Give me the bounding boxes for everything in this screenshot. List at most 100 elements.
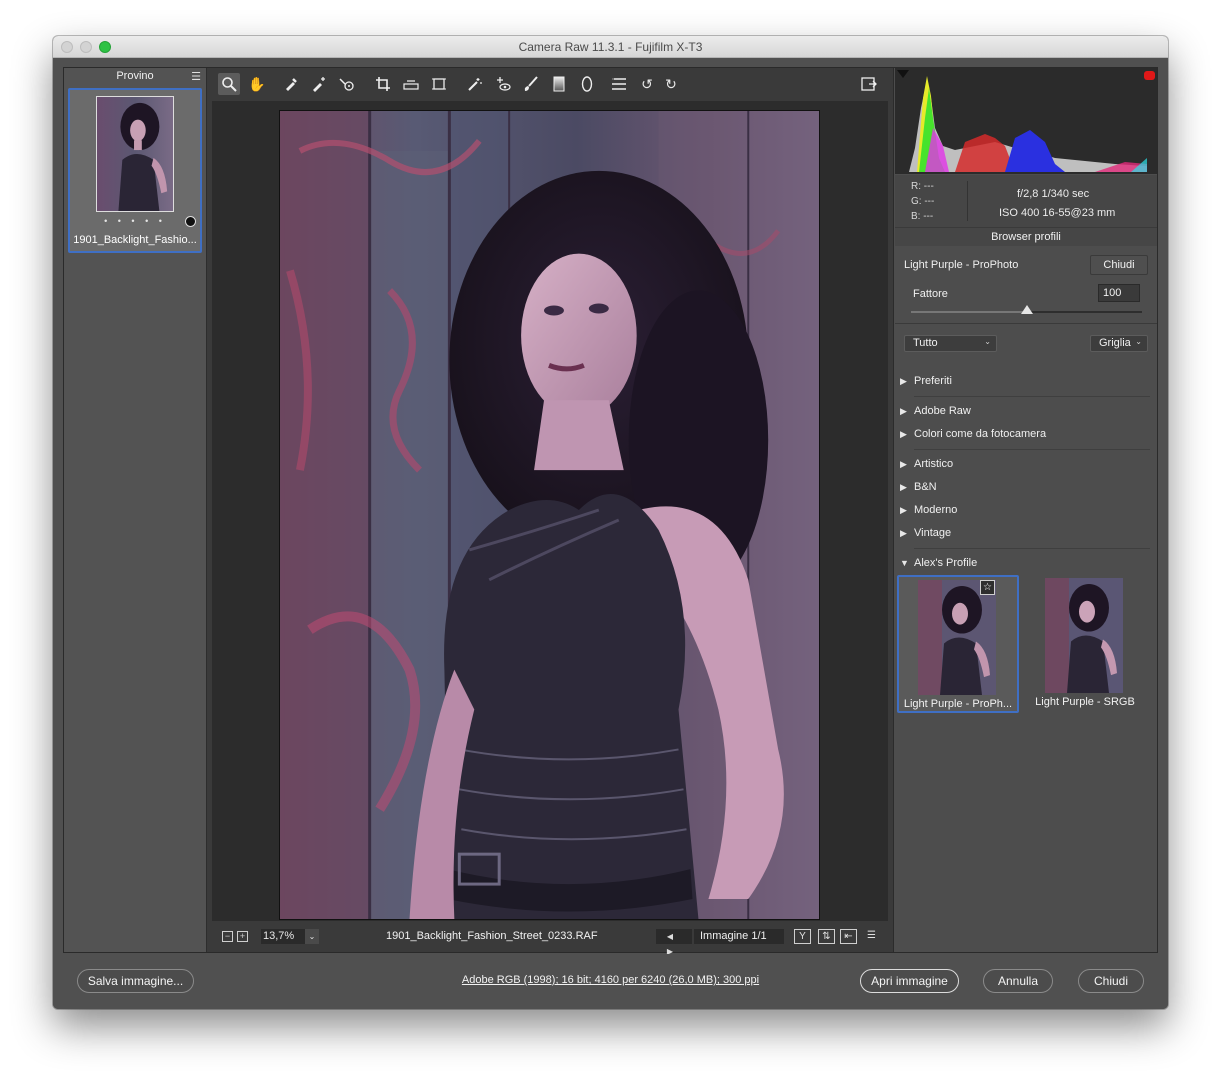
profile-preview-image <box>1045 578 1123 693</box>
group-bn[interactable]: ▶ B&N <box>900 481 1150 493</box>
zoom-out-button[interactable]: − <box>222 931 233 942</box>
group-moderno[interactable]: ▶ Moderno <box>900 504 1150 516</box>
group-vintage[interactable]: ▶ Vintage <box>900 527 1150 539</box>
group-label: Artistico <box>914 458 954 470</box>
group-label: Preferiti <box>914 375 952 387</box>
right-panel: R: --- G: --- B: --- f/2,8 1/340 sec ISO… <box>893 68 1157 952</box>
triangle-right-icon: ▶ <box>900 429 907 439</box>
close-profile-browser-button[interactable]: Chiudi <box>1090 255 1148 275</box>
filmstrip-panel: Provino ☰ • • • • • 1901_Backlight_Fashi… <box>64 68 207 952</box>
triangle-right-icon: ▶ <box>900 376 907 386</box>
profile-filter-select[interactable]: Tutto ⌄ <box>904 335 997 352</box>
favorite-star-icon[interactable]: ☆ <box>980 580 995 595</box>
rotate-left-icon[interactable]: ↺ <box>636 73 658 95</box>
zoom-in-button[interactable]: + <box>237 931 248 942</box>
group-label: Vintage <box>914 527 952 539</box>
swap-settings-icon[interactable]: ⇅ <box>818 929 835 944</box>
histogram <box>895 68 1157 174</box>
filmstrip-header: Provino ☰ <box>64 68 206 84</box>
rgb-readout: R: --- G: --- B: --- <box>911 179 934 224</box>
group-colori-fotocamera[interactable]: ▶ Colori come da fotocamera <box>900 428 1150 440</box>
profile-browser-title: Browser profili <box>895 227 1157 246</box>
view-settings-icon[interactable]: ☰ <box>863 929 880 944</box>
group-divider <box>914 396 1150 397</box>
cancel-button[interactable]: Annulla <box>983 969 1053 993</box>
profile-tile-light-purple-srgb[interactable]: Light Purple - SRGB <box>1024 575 1146 713</box>
zoom-tool-icon[interactable] <box>218 73 240 95</box>
color-sampler-icon[interactable] <box>308 73 330 95</box>
crop-icon[interactable] <box>372 73 394 95</box>
spot-removal-icon[interactable] <box>464 73 486 95</box>
image-counter: Immagine 1/1 <box>694 929 784 944</box>
green-value: G: --- <box>911 196 935 207</box>
thumbnail-filename: 1901_Backlight_Fashio... <box>73 234 197 246</box>
chevron-down-icon: ⌄ <box>305 929 319 944</box>
amount-label: Fattore <box>913 288 948 300</box>
triangle-right-icon: ▶ <box>900 482 907 492</box>
profile-tile-light-purple-prophoto[interactable]: ☆ Light Purple - ProPh... <box>897 575 1019 713</box>
camera-raw-window: Camera Raw 11.3.1 - Fujifilm X-T3 Provin… <box>53 36 1168 1009</box>
radial-filter-icon[interactable] <box>576 73 598 95</box>
rating-dots[interactable]: • • • • • <box>70 216 200 226</box>
group-label: Alex's Profile <box>914 557 978 569</box>
view-mode-value: Griglia <box>1099 337 1131 349</box>
group-label: B&N <box>914 481 937 493</box>
graduated-filter-icon[interactable] <box>548 73 570 95</box>
camera-settings: f/2,8 1/340 sec ISO 400 16-55@23 mm <box>979 185 1149 223</box>
chevron-down-icon: ⌄ <box>984 337 991 346</box>
triangle-right-icon: ▶ <box>900 505 907 515</box>
menu-lines-icon[interactable]: ☰ <box>191 70 201 83</box>
group-preferiti[interactable]: ▶ Preferiti <box>900 375 1150 387</box>
window-title: Camera Raw 11.3.1 - Fujifilm X-T3 <box>518 40 703 54</box>
triangle-down-icon: ▼ <box>900 558 909 568</box>
open-image-button[interactable]: Apri immagine <box>860 969 959 993</box>
image-nav-arrows[interactable]: ◀ ▶ <box>656 929 692 956</box>
chevron-down-icon: ⌄ <box>1135 337 1142 346</box>
group-label: Colori come da fotocamera <box>914 428 1047 440</box>
profile-tile-label: Light Purple - ProPh... <box>903 698 1013 710</box>
copy-settings-icon[interactable]: ⇤ <box>840 929 857 944</box>
close-button[interactable]: Chiudi <box>1078 969 1144 993</box>
white-balance-icon[interactable] <box>280 73 302 95</box>
rotate-right-icon[interactable]: ↻ <box>660 73 682 95</box>
title-bar: Camera Raw 11.3.1 - Fujifilm X-T3 <box>53 36 1168 58</box>
amount-slider-fill <box>911 311 1027 313</box>
current-profile-name: Light Purple - ProPhoto <box>904 259 1019 271</box>
image-info: R: --- G: --- B: --- f/2,8 1/340 sec ISO… <box>895 175 1157 227</box>
filmstrip-thumbnail[interactable]: • • • • • 1901_Backlight_Fashio... <box>68 88 202 253</box>
tool-bar: ✋ ↺ ↻ <box>212 68 888 100</box>
profile-preview-image <box>918 580 996 695</box>
profile-settings: Light Purple - ProPhoto Chiudi Fattore 1… <box>895 248 1157 324</box>
amount-input[interactable]: 100 <box>1098 284 1140 302</box>
preferences-icon[interactable] <box>608 73 630 95</box>
straighten-icon[interactable] <box>400 73 422 95</box>
group-divider <box>914 449 1150 450</box>
triangle-right-icon: ▶ <box>900 406 907 416</box>
adjustments-badge-icon <box>185 216 196 227</box>
adjustment-brush-icon[interactable] <box>520 73 542 95</box>
group-divider <box>914 548 1150 549</box>
group-adobe-raw[interactable]: ▶ Adobe Raw <box>900 405 1150 417</box>
zoom-level-select[interactable]: 13,7% ⌄ <box>261 929 319 944</box>
current-filename: 1901_Backlight_Fashion_Street_0233.RAF <box>386 930 598 942</box>
transform-icon[interactable] <box>428 73 450 95</box>
group-label: Adobe Raw <box>914 405 971 417</box>
image-canvas[interactable] <box>212 101 888 921</box>
hand-tool-icon[interactable]: ✋ <box>246 73 268 95</box>
blue-value: B: --- <box>911 211 934 222</box>
before-after-icon[interactable]: Y <box>794 929 811 944</box>
targeted-adjustment-icon[interactable] <box>336 73 358 95</box>
thumbnail-image <box>96 96 174 212</box>
amount-slider-thumb[interactable] <box>1020 305 1033 314</box>
group-alexs-profile[interactable]: ▼ Alex's Profile <box>900 557 1150 569</box>
view-mode-select[interactable]: Griglia ⌄ <box>1090 335 1148 352</box>
bottom-bar: Salva immagine... Adobe RGB (1998); 16 b… <box>53 954 1168 1009</box>
red-eye-icon[interactable] <box>492 73 514 95</box>
red-value: R: --- <box>911 181 934 192</box>
profile-filter-value: Tutto <box>913 337 938 349</box>
fullscreen-icon[interactable] <box>858 73 880 95</box>
group-artistico[interactable]: ▶ Artistico <box>900 458 1150 470</box>
zoom-level-value: 13,7% <box>263 930 295 942</box>
amount-slider[interactable] <box>911 305 1142 314</box>
preview-image <box>279 110 820 920</box>
